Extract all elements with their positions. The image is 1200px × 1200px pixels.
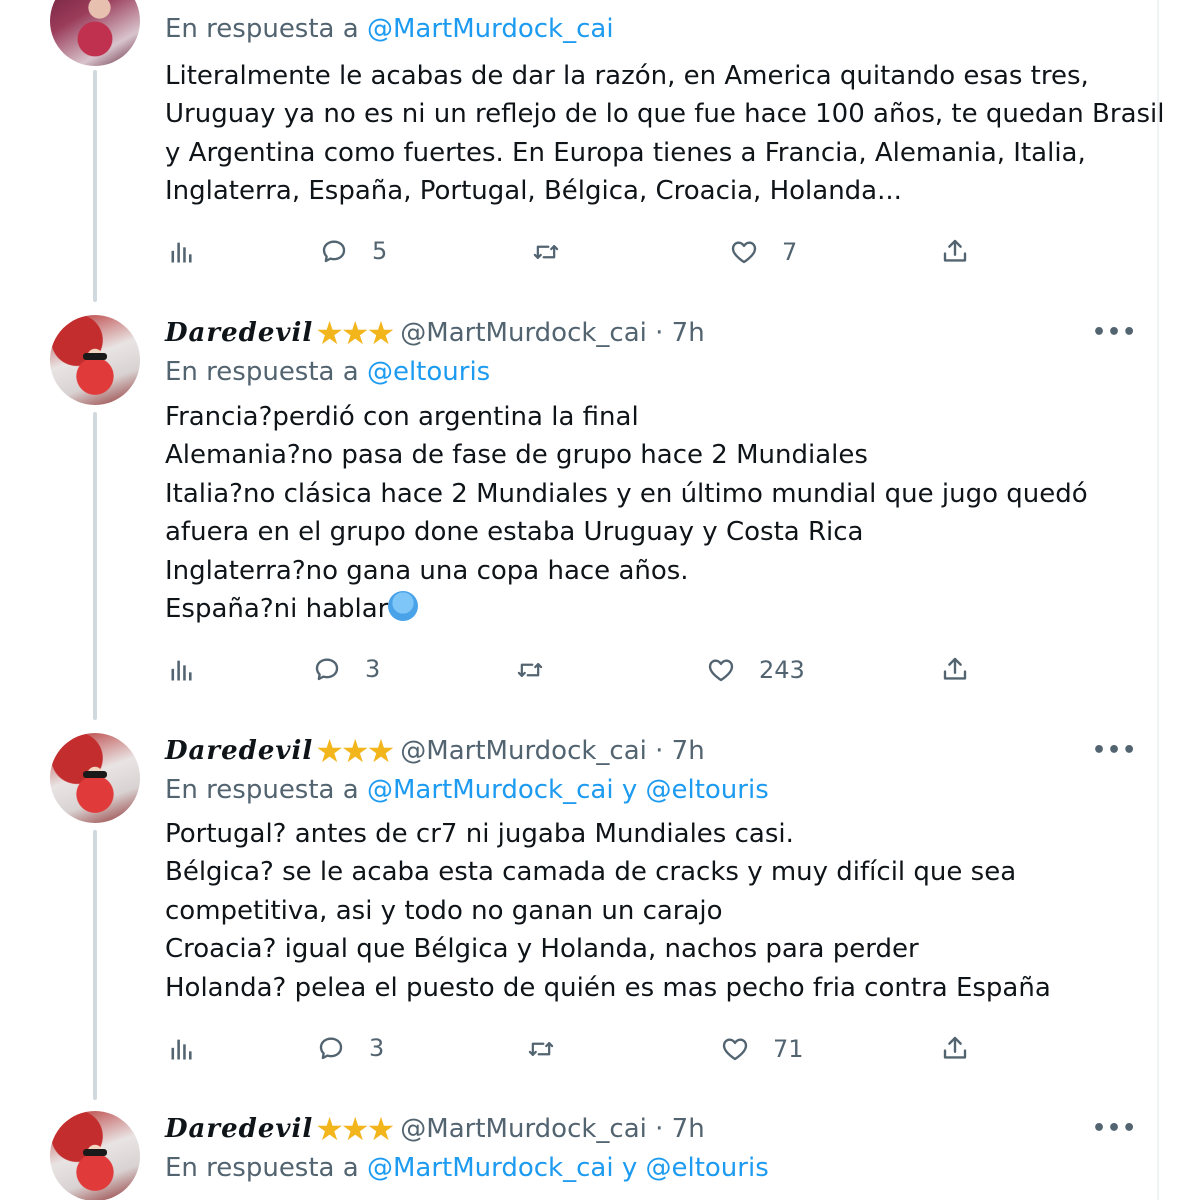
handle-and-time[interactable]: @MartMurdock_cai · 7h <box>400 318 704 348</box>
reply-prefix: En respuesta a <box>165 357 367 387</box>
retweet-icon <box>533 245 559 259</box>
like-count: 7 <box>782 238 798 266</box>
tweet-text-line: Inglaterra?no gana una copa hace años. <box>165 555 689 586</box>
reply-mention-link[interactable]: @MartMurdock_cai y @eltouris <box>367 1153 769 1183</box>
thread-line <box>93 412 97 720</box>
tweet-text: Francia?perdió con argentina la final Al… <box>165 398 1145 628</box>
tweet-text-line: afuera en el grupo done estaba Uruguay y… <box>165 517 864 548</box>
avatar[interactable] <box>50 733 140 823</box>
reply-context: En respuesta a @MartMurdock_cai y @eltou… <box>165 775 769 805</box>
tweet-1[interactable]: En respuesta a @MartMurdock_cai Literalm… <box>0 0 1165 302</box>
avatar[interactable] <box>50 0 140 66</box>
more-dots-icon[interactable]: ••• <box>1092 322 1136 352</box>
reply-prefix: En respuesta a <box>165 14 367 44</box>
display-name[interactable]: Daredevil <box>165 318 313 348</box>
avatar[interactable] <box>50 1111 140 1200</box>
tweet-text: Portugal? antes de cr7 ni jugaba Mundial… <box>165 815 1145 1007</box>
share-button[interactable] <box>940 654 970 684</box>
reply-mention-link[interactable]: @eltouris <box>367 357 490 387</box>
share-upload-icon <box>943 239 967 262</box>
tweet-text-line: Alemania?no pasa de fase de grupo hace 2… <box>165 440 868 471</box>
tweet-text-line: competitiva, asi y todo no ganan un cara… <box>165 895 723 926</box>
speech-bubble-icon <box>315 658 339 681</box>
tweet-text-line: Italia?no clásica hace 2 Mundiales y en … <box>165 478 1088 509</box>
tweet-text-line: Portugal? antes de cr7 ni jugaba Mundial… <box>165 819 794 849</box>
thread-line <box>93 830 97 1100</box>
handle-and-time[interactable]: @MartMurdock_cai · 7h <box>400 1114 704 1144</box>
retweet-icon <box>517 663 543 677</box>
share-upload-icon <box>943 1036 967 1059</box>
like-button[interactable]: 243 <box>705 655 805 685</box>
tweet-text-line: Holanda? pelea el puesto de quién es mas… <box>165 972 1051 1003</box>
reply-prefix: En respuesta a <box>165 1153 367 1183</box>
reply-mention-link[interactable]: @MartMurdock_cai y @eltouris <box>367 775 769 805</box>
tweet-text-line: Uruguay ya no es ni un reflejo de lo que… <box>165 99 1165 130</box>
tweet-text-line: España?ni hablar <box>165 590 1145 628</box>
display-name[interactable]: Daredevil <box>165 736 313 766</box>
like-button[interactable]: 71 <box>719 1034 804 1064</box>
reply-prefix: En respuesta a <box>165 775 367 805</box>
reply-context: En respuesta a @MartMurdock_cai y @eltou… <box>165 1153 769 1183</box>
reply-count: 3 <box>369 1034 385 1062</box>
thread-line <box>93 70 97 302</box>
reply-mention-link[interactable]: @MartMurdock_cai <box>367 14 614 44</box>
reply-button[interactable]: 3 <box>315 1033 384 1063</box>
reply-button[interactable]: 3 <box>311 654 380 684</box>
retweet-button[interactable] <box>530 238 562 266</box>
bar-chart-icon <box>171 660 192 681</box>
views-button[interactable] <box>168 656 196 684</box>
timeline-border <box>1157 0 1159 1200</box>
avatar[interactable] <box>50 315 140 405</box>
tweet-text: Literalmente le acabas de dar la razón, … <box>165 57 1165 211</box>
tweet-header: Daredevil ★★★ @MartMurdock_cai · 7h <box>165 313 705 353</box>
bar-chart-icon <box>171 1039 192 1060</box>
heart-icon <box>708 659 734 682</box>
retweet-button[interactable] <box>525 1035 557 1063</box>
handle-and-time[interactable]: @MartMurdock_cai · 7h <box>400 736 704 766</box>
tweet-header: Daredevil ★★★ @MartMurdock_cai · 7h <box>165 1109 705 1149</box>
tweet-text-line: Croacia? igual que Bélgica y Holanda, na… <box>165 934 919 965</box>
tweet-3[interactable]: Daredevil ★★★ @MartMurdock_cai · 7h ••• … <box>0 718 1157 1100</box>
views-button[interactable] <box>168 1035 196 1063</box>
tweet-4[interactable]: Daredevil ★★★ @MartMurdock_cai · 7h ••• … <box>0 1098 1157 1200</box>
tweet-text-segment: España?ni hablar <box>165 594 389 625</box>
reply-button[interactable]: 5 <box>318 236 387 266</box>
star-emojis: ★★★ <box>315 1110 395 1148</box>
tweet-text-line: Francia?perdió con argentina la final <box>165 402 639 432</box>
tweet-text-line: Inglaterra, España, Portugal, Bélgica, C… <box>165 176 902 207</box>
more-dots-icon[interactable]: ••• <box>1092 1118 1136 1148</box>
like-button[interactable]: 7 <box>728 237 797 267</box>
bar-chart-icon <box>171 242 192 263</box>
speech-bubble-icon <box>319 1037 343 1060</box>
share-upload-icon <box>943 657 967 680</box>
speech-bubble-icon <box>322 240 346 263</box>
star-emojis: ★★★ <box>315 732 395 770</box>
reply-count: 3 <box>365 655 381 683</box>
share-button[interactable] <box>940 1033 970 1063</box>
tweet-header: Daredevil ★★★ @MartMurdock_cai · 7h <box>165 731 705 771</box>
heart-icon <box>722 1038 748 1061</box>
crying-face-emoji <box>388 591 419 622</box>
tweet-2[interactable]: Daredevil ★★★ @MartMurdock_cai · 7h ••• … <box>0 300 1157 720</box>
reply-context: En respuesta a @MartMurdock_cai <box>165 14 614 44</box>
retweet-icon <box>528 1042 554 1056</box>
reply-context: En respuesta a @eltouris <box>165 357 490 387</box>
reply-count: 5 <box>372 237 388 265</box>
retweet-button[interactable] <box>514 656 546 684</box>
share-button[interactable] <box>940 236 970 266</box>
heart-icon <box>731 241 757 264</box>
more-dots-icon[interactable]: ••• <box>1092 740 1136 770</box>
display-name[interactable]: Daredevil <box>165 1114 313 1144</box>
views-button[interactable] <box>168 238 196 266</box>
tweet-text-line: Bélgica? se le acaba esta camada de crac… <box>165 857 1017 888</box>
like-count: 71 <box>773 1035 804 1063</box>
star-emojis: ★★★ <box>315 314 395 352</box>
tweet-text-line: Literalmente le acabas de dar la razón, … <box>165 61 1089 91</box>
like-count: 243 <box>759 656 805 684</box>
tweet-text-line: y Argentina como fuertes. En Europa tien… <box>165 137 1086 168</box>
